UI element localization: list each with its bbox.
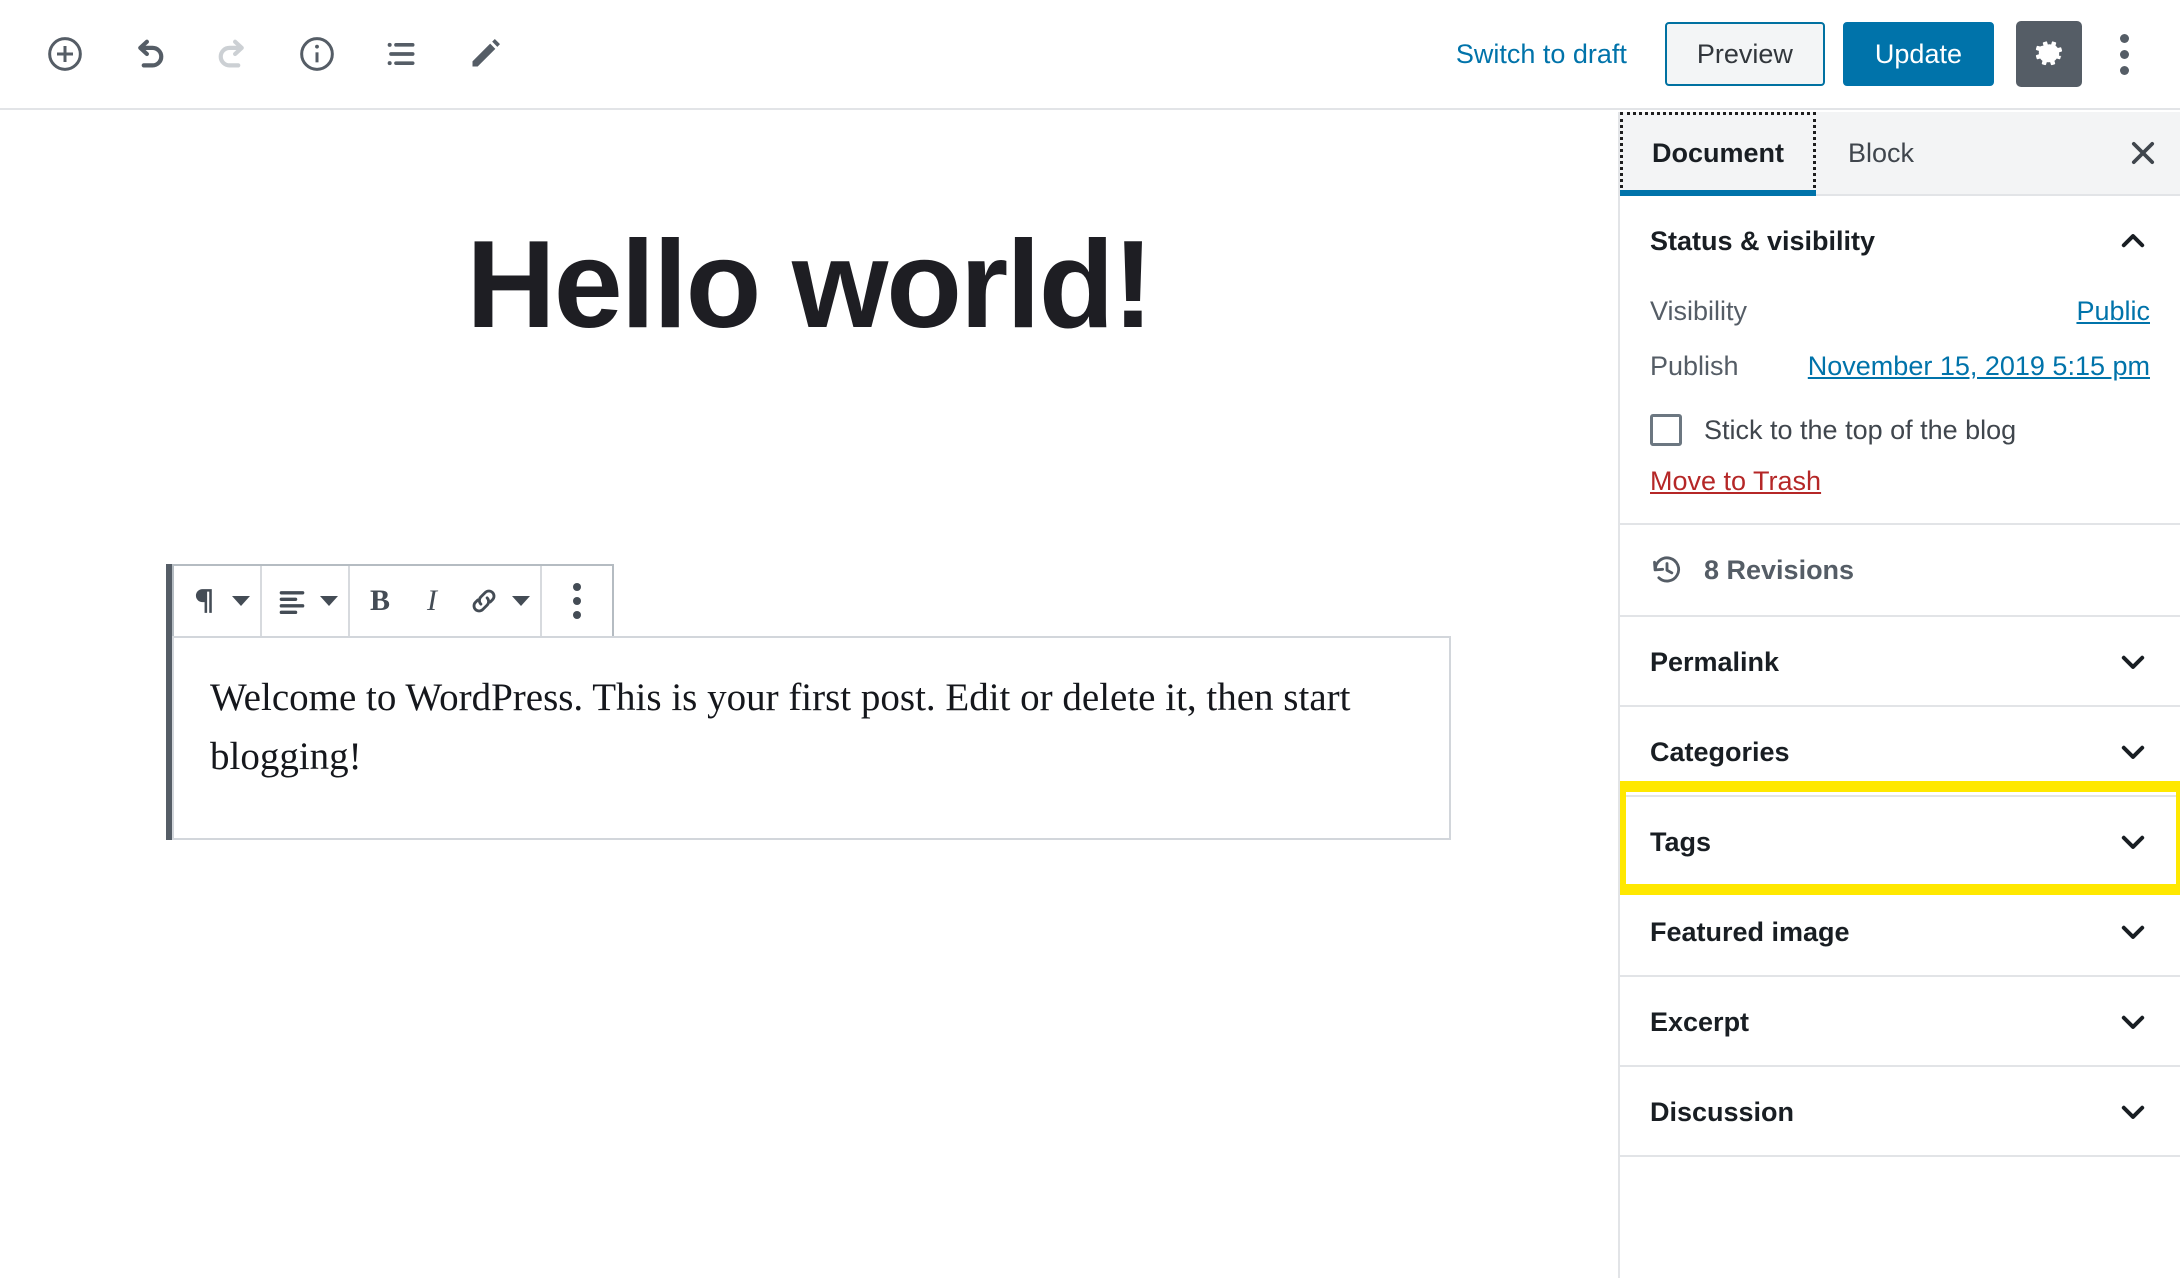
undo-icon[interactable] [118,23,180,85]
sticky-post-label: Stick to the top of the blog [1704,415,2016,446]
editor-header-toolbar: Switch to draft Preview Update [0,0,2180,110]
chevron-up-icon[interactable] [2116,224,2150,258]
chevron-down-icon[interactable] [2116,915,2150,949]
kebab-dot [573,597,581,605]
add-block-icon[interactable] [34,23,96,85]
bold-button[interactable]: B [354,566,406,636]
block-more-group [542,566,612,636]
publish-label: Publish [1650,351,1739,382]
panel-tags-header[interactable]: Tags [1650,797,2150,885]
revisions-label: 8 Revisions [1704,555,1854,586]
panel-permalink-header[interactable]: Permalink [1650,617,2150,705]
redo-icon [202,23,264,85]
paragraph-icon[interactable] [178,566,230,636]
panel-categories: Categories [1620,707,2180,797]
panel-status-visibility: Status & visibility Visibility Public Pu… [1620,196,2180,525]
more-options-button[interactable] [2096,23,2152,85]
panel-title: Categories [1650,737,1790,768]
panel-discussion: Discussion [1620,1067,2180,1157]
sidebar-body: Status & visibility Visibility Public Pu… [1620,196,2180,1157]
panel-featured-image: Featured image [1620,887,2180,977]
chevron-down-icon[interactable] [2116,825,2150,859]
panel-excerpt-header[interactable]: Excerpt [1650,977,2150,1065]
kebab-dot [2120,34,2129,43]
block-type-group [174,566,262,636]
panel-title: Permalink [1650,647,1779,678]
header-right-actions: Switch to draft Preview Update [1442,21,2180,87]
align-left-icon[interactable] [266,566,318,636]
panel-title: Excerpt [1650,1007,1749,1038]
panel-status-visibility-body: Visibility Public Publish November 15, 2… [1650,284,2150,523]
settings-gear-button[interactable] [2016,21,2082,87]
list-view-icon[interactable] [370,23,432,85]
panel-title: Discussion [1650,1097,1794,1128]
block-more-options-button[interactable] [546,566,608,636]
panel-tags: Tags [1620,797,2180,887]
panel-permalink: Permalink [1620,617,2180,707]
paragraph-block-body[interactable]: Welcome to WordPress. This is your first… [172,636,1451,840]
sticky-post-checkbox[interactable] [1650,414,1682,446]
link-icon[interactable] [458,566,510,636]
preview-button[interactable]: Preview [1665,22,1825,86]
chevron-down-icon[interactable] [232,596,250,606]
italic-button[interactable]: I [406,566,458,636]
kebab-dot [2120,66,2129,75]
formatting-group: B I [350,566,542,636]
visibility-row: Visibility Public [1650,284,2150,339]
visibility-value-button[interactable]: Public [2076,296,2150,327]
revisions-row[interactable]: 8 Revisions [1620,525,2180,617]
info-icon[interactable] [286,23,348,85]
chevron-down-icon[interactable] [512,596,530,606]
block-toolbar: B I [172,564,614,638]
panel-excerpt: Excerpt [1620,977,2180,1067]
post-title[interactable]: Hello world! [0,220,1618,350]
tab-document[interactable]: Document [1620,112,1816,194]
close-icon[interactable] [2106,112,2180,194]
sidebar-tabs: Document Block [1620,112,2180,196]
chevron-down-icon[interactable] [320,596,338,606]
paragraph-text: Welcome to WordPress. This is your first… [210,668,1413,787]
panel-discussion-header[interactable]: Discussion [1650,1067,2150,1155]
publish-row: Publish November 15, 2019 5:15 pm [1650,339,2150,394]
chevron-down-icon[interactable] [2116,1095,2150,1129]
kebab-dot [2120,50,2129,59]
wordpress-block-editor: Switch to draft Preview Update Hello wor… [0,0,2180,1278]
chevron-down-icon[interactable] [2116,645,2150,679]
panel-title: Featured image [1650,917,1850,948]
edit-pencil-icon[interactable] [454,23,516,85]
chevron-down-icon[interactable] [2116,735,2150,769]
panel-title: Status & visibility [1650,226,1875,257]
move-to-trash-button[interactable]: Move to Trash [1650,466,1821,497]
visibility-label: Visibility [1650,296,1747,327]
kebab-dot [573,583,581,591]
chevron-down-icon[interactable] [2116,1005,2150,1039]
panel-status-visibility-header[interactable]: Status & visibility [1650,196,2150,284]
gear-icon [2031,36,2067,72]
kebab-dot [573,611,581,619]
update-button[interactable]: Update [1843,22,1994,86]
panel-featured-image-header[interactable]: Featured image [1650,887,2150,975]
panel-categories-header[interactable]: Categories [1650,707,2150,795]
switch-to-draft-button[interactable]: Switch to draft [1442,29,1641,80]
settings-sidebar: Document Block Status & visibility [1618,112,2180,1278]
sticky-post-row[interactable]: Stick to the top of the blog [1650,394,2150,452]
panel-title: Tags [1650,827,1711,858]
editor-canvas: Hello world! [0,112,1618,1278]
header-left-tools [0,23,516,85]
tab-block[interactable]: Block [1816,112,1946,194]
alignment-group [262,566,350,636]
publish-date-button[interactable]: November 15, 2019 5:15 pm [1808,351,2150,382]
revision-clock-icon [1650,553,1684,587]
